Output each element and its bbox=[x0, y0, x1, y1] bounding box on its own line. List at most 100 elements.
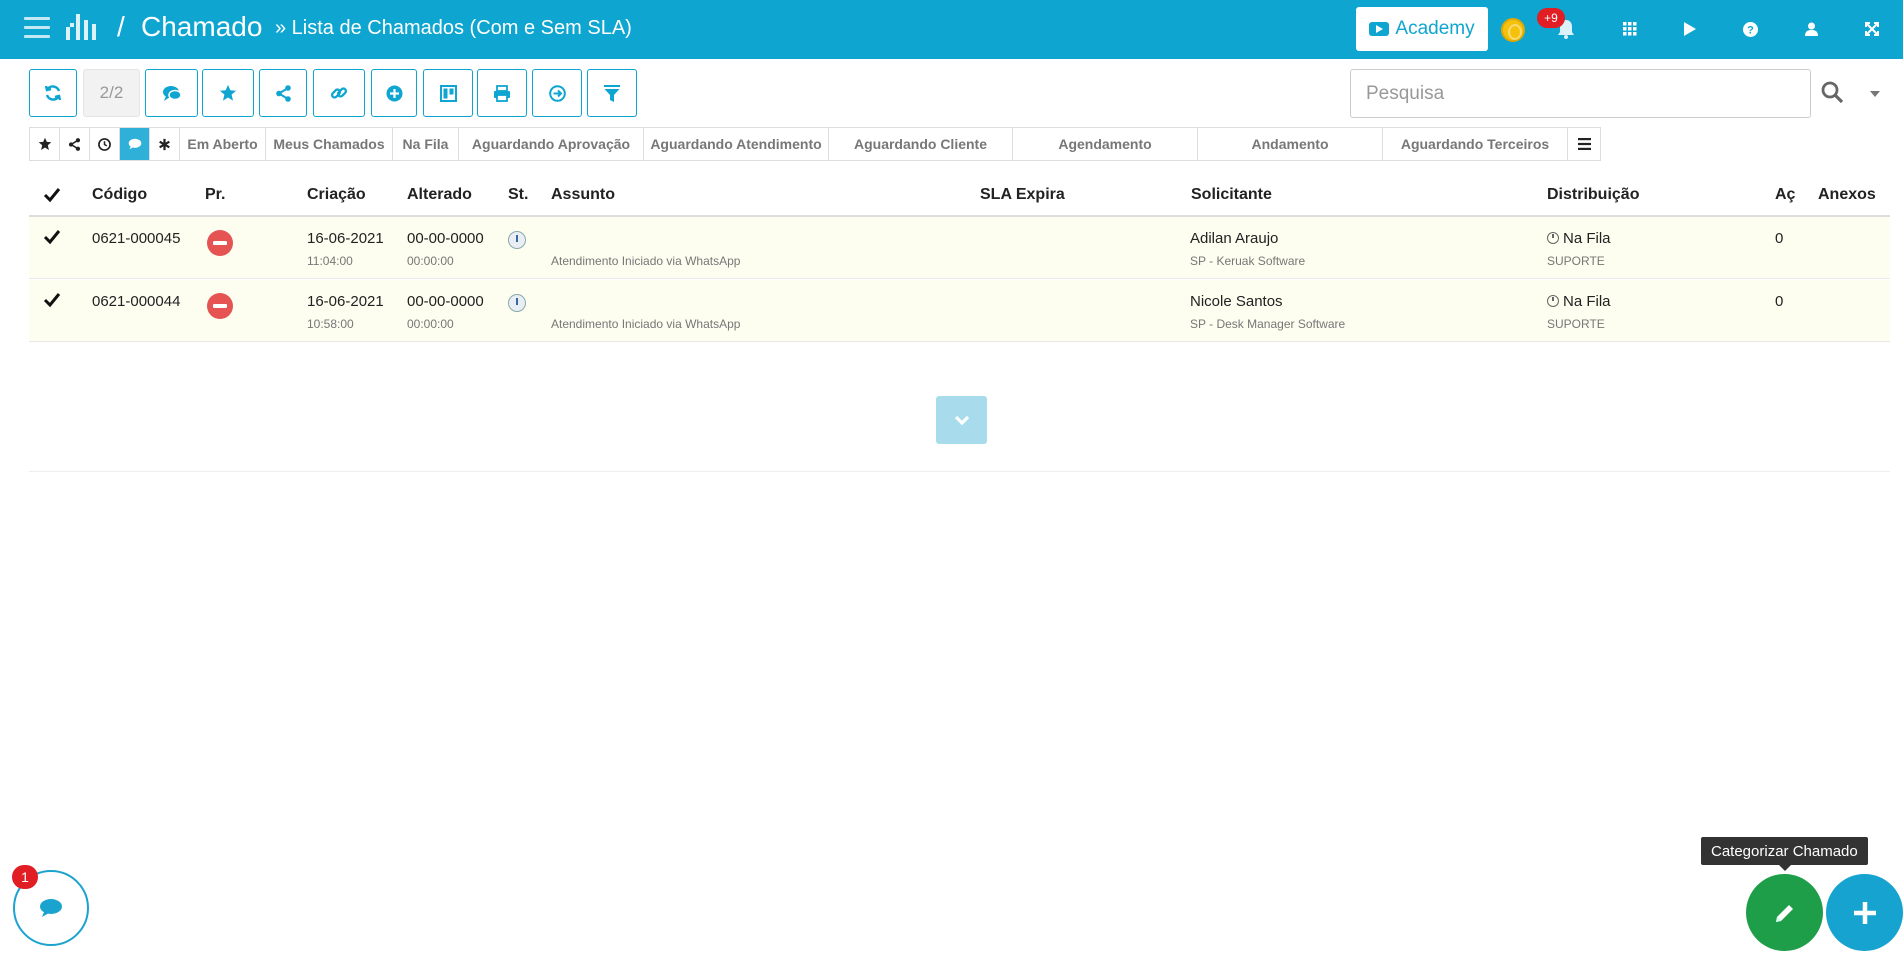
add-ticket-button[interactable] bbox=[1826, 874, 1903, 951]
share-icon bbox=[275, 84, 291, 102]
star-icon bbox=[219, 84, 237, 101]
pencil-icon bbox=[1775, 904, 1793, 922]
kanban-button[interactable] bbox=[423, 69, 473, 117]
clock-icon bbox=[1547, 232, 1559, 244]
select-all-checkbox[interactable] bbox=[43, 186, 61, 204]
search-input[interactable] bbox=[1350, 69, 1811, 118]
share-icon bbox=[68, 137, 81, 151]
categorize-ticket-button[interactable] bbox=[1746, 874, 1823, 951]
table-row[interactable]: 0621-000044 16-06-2021 10:58:00 00-00-00… bbox=[29, 280, 1890, 342]
tab-agendamento[interactable]: Agendamento bbox=[1013, 128, 1198, 160]
filter-tabs: Em Aberto Meus Chamados Na Fila Aguardan… bbox=[29, 127, 1601, 161]
breadcrumb-separator: / bbox=[117, 11, 125, 42]
top-bar: / Chamado » Lista de Chamados (Com e Sem… bbox=[0, 0, 1903, 59]
academy-label: Academy bbox=[1395, 18, 1475, 39]
tab-all[interactable] bbox=[150, 128, 180, 160]
requester-company: SP - Keruak Software bbox=[1190, 254, 1306, 268]
created-time: 11:04:00 bbox=[307, 254, 353, 268]
column-header-distribuicao[interactable]: Distribuição bbox=[1547, 186, 1639, 204]
user-icon[interactable] bbox=[1798, 16, 1824, 42]
column-header-prioridade[interactable]: Pr. bbox=[205, 186, 225, 204]
tab-favorites[interactable] bbox=[30, 128, 60, 160]
row-checkbox[interactable] bbox=[43, 291, 61, 309]
tab-conversations[interactable] bbox=[120, 128, 150, 160]
requester-name: Adilan Araujo bbox=[1190, 230, 1279, 247]
refresh-icon bbox=[44, 85, 62, 101]
fullscreen-icon[interactable] bbox=[1859, 16, 1885, 42]
distribution-label: Na Fila bbox=[1563, 230, 1611, 247]
column-header-status[interactable]: St. bbox=[508, 186, 528, 204]
priority-high-icon bbox=[207, 293, 233, 319]
refresh-button[interactable] bbox=[29, 69, 77, 117]
column-header-anexos[interactable]: Anexos bbox=[1818, 186, 1876, 204]
modified-date: 00-00-0000 bbox=[407, 230, 484, 247]
tab-aguardando-aprovacao[interactable]: Aguardando Aprovação bbox=[459, 128, 644, 160]
share-button[interactable] bbox=[259, 69, 307, 117]
tab-aguardando-cliente[interactable]: Aguardando Cliente bbox=[829, 128, 1013, 160]
actions-count: 0 bbox=[1775, 293, 1784, 310]
plus-icon bbox=[1853, 901, 1876, 924]
tab-meus-chamados[interactable]: Meus Chamados bbox=[266, 128, 393, 160]
column-header-criacao[interactable]: Criação bbox=[307, 186, 366, 204]
ticket-code[interactable]: 0621-000045 bbox=[92, 230, 180, 247]
created-time: 10:58:00 bbox=[307, 317, 354, 331]
coin-icon[interactable] bbox=[1501, 18, 1525, 42]
play-icon[interactable] bbox=[1677, 16, 1703, 42]
requester-name: Nicole Santos bbox=[1190, 293, 1283, 310]
distribution-label: Na Fila bbox=[1563, 293, 1611, 310]
tab-na-fila[interactable]: Na Fila bbox=[393, 128, 459, 160]
column-header-sla-expira[interactable]: SLA Expira bbox=[980, 186, 1065, 204]
ticket-subject: Atendimento Iniciado via WhatsApp bbox=[551, 317, 741, 331]
clock-icon bbox=[1547, 295, 1559, 307]
chat-badge: 1 bbox=[12, 865, 38, 889]
menu-icon[interactable] bbox=[24, 17, 50, 39]
tab-aguardando-atendimento[interactable]: Aguardando Atendimento bbox=[644, 128, 829, 160]
star-icon bbox=[38, 137, 51, 150]
actions-count: 0 bbox=[1775, 230, 1784, 247]
load-more-button[interactable] bbox=[936, 396, 987, 444]
column-header-codigo[interactable]: Código bbox=[92, 186, 147, 204]
notification-badge: +9 bbox=[1537, 8, 1565, 28]
favorite-button[interactable] bbox=[202, 69, 254, 117]
modified-time: 00:00:00 bbox=[407, 254, 454, 268]
print-button[interactable] bbox=[477, 69, 527, 117]
ticket-code[interactable]: 0621-000044 bbox=[92, 293, 180, 310]
row-checkbox[interactable] bbox=[43, 228, 61, 246]
academy-button[interactable]: Academy bbox=[1356, 7, 1488, 51]
forward-button[interactable] bbox=[532, 69, 582, 117]
help-icon[interactable]: ? bbox=[1737, 16, 1763, 42]
column-header-acoes[interactable]: Aç bbox=[1775, 186, 1795, 204]
created-date: 16-06-2021 bbox=[307, 230, 384, 247]
status-clock-icon bbox=[508, 294, 526, 312]
column-header-alterado[interactable]: Alterado bbox=[407, 186, 472, 204]
modified-date: 00-00-0000 bbox=[407, 293, 484, 310]
tab-andamento[interactable]: Andamento bbox=[1198, 128, 1383, 160]
tab-more[interactable] bbox=[1568, 128, 1600, 160]
chat-button[interactable] bbox=[145, 69, 198, 117]
tab-em-aberto[interactable]: Em Aberto bbox=[180, 128, 266, 160]
column-header-assunto[interactable]: Assunto bbox=[551, 186, 615, 204]
distribution-status: Na Fila bbox=[1547, 293, 1611, 310]
kanban-icon bbox=[439, 84, 457, 102]
page-title[interactable]: Chamado bbox=[141, 11, 262, 43]
link-button[interactable] bbox=[313, 69, 365, 117]
tooltip: Categorizar Chamado bbox=[1701, 837, 1868, 871]
table-row[interactable]: 0621-000045 16-06-2021 11:04:00 00-00-00… bbox=[29, 217, 1890, 279]
search-icon[interactable] bbox=[1820, 80, 1846, 106]
search-options-chevron-down-icon[interactable] bbox=[1870, 91, 1880, 97]
status-clock-icon bbox=[508, 231, 526, 249]
tab-aguardando-terceiros[interactable]: Aguardando Terceiros bbox=[1383, 128, 1568, 160]
link-icon bbox=[330, 87, 348, 99]
apps-grid-icon[interactable] bbox=[1617, 16, 1643, 42]
tab-recent[interactable] bbox=[90, 128, 120, 160]
distribution-status: Na Fila bbox=[1547, 230, 1611, 247]
requester-company: SP - Desk Manager Software bbox=[1190, 317, 1346, 331]
logo bbox=[66, 14, 96, 40]
add-button[interactable] bbox=[371, 69, 417, 117]
tab-shared[interactable] bbox=[60, 128, 90, 160]
clock-icon bbox=[98, 137, 111, 151]
column-header-solicitante[interactable]: Solicitante bbox=[1191, 186, 1272, 204]
asterisk-icon bbox=[159, 138, 170, 150]
arrow-right-circle-icon bbox=[548, 84, 566, 102]
filter-button[interactable] bbox=[587, 69, 637, 117]
